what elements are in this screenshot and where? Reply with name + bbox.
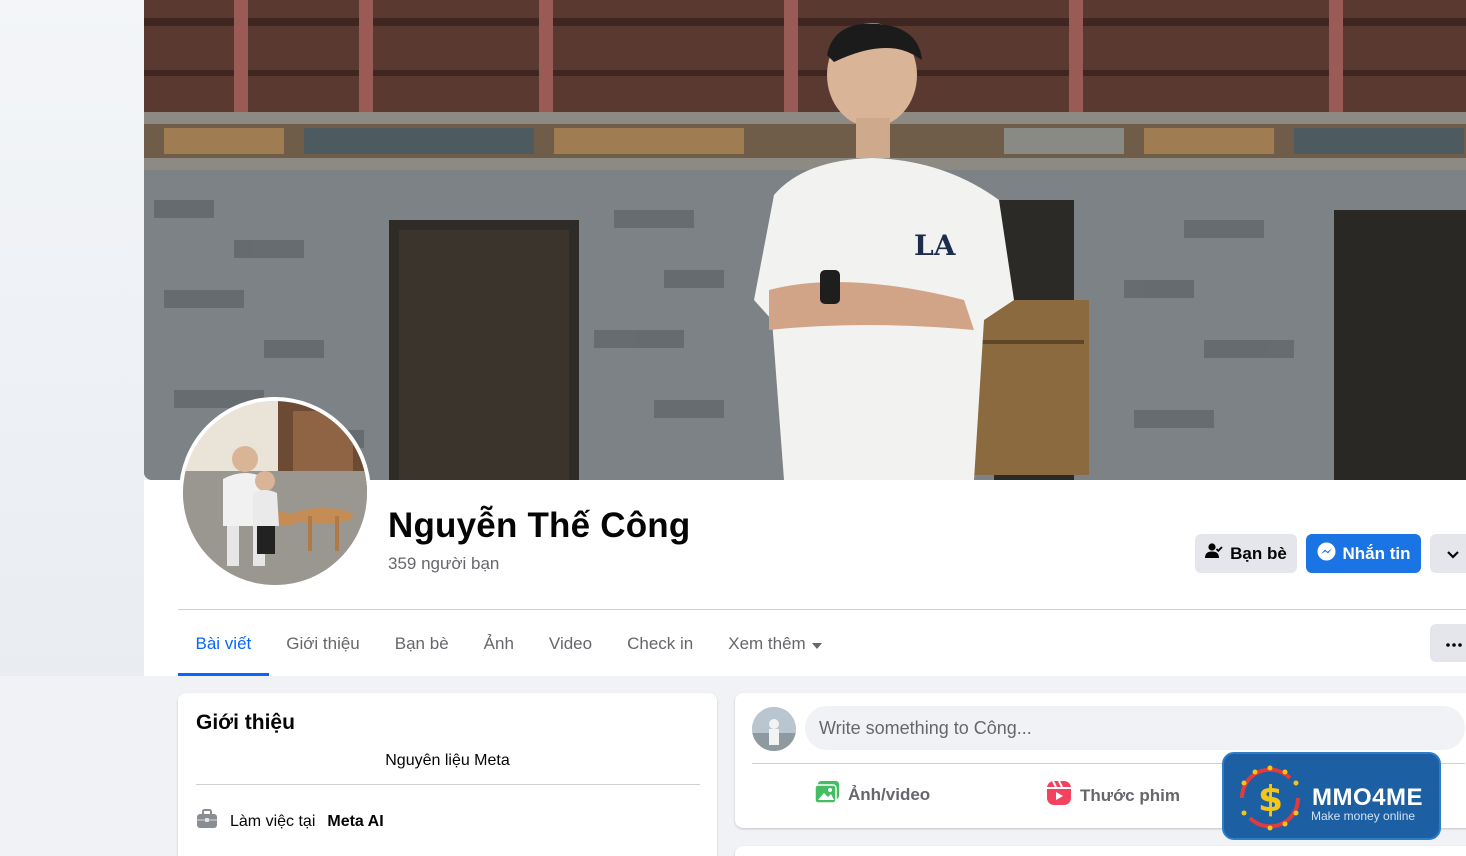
mmo4me-watermark: $ MMO4ME Make money online — [1222, 752, 1441, 840]
friend-check-icon — [1205, 543, 1223, 564]
message-button-label: Nhắn tin — [1342, 543, 1411, 563]
cover-photo[interactable]: LA — [144, 0, 1466, 480]
svg-text:LA: LA — [914, 229, 957, 262]
reel-label: Thước phim — [1080, 785, 1180, 805]
intro-work-item: Làm việc tại Meta AI — [196, 809, 384, 834]
tab-checkins[interactable]: Check in — [610, 612, 711, 676]
intro-title: Giới thiệu — [196, 711, 295, 734]
tab-posts[interactable]: Bài viết — [178, 612, 269, 676]
tab-see-more[interactable]: Xem thêm — [711, 612, 839, 676]
tab-videos[interactable]: Video — [531, 612, 609, 676]
reel-button[interactable]: Thước phim — [1046, 780, 1180, 811]
photo-video-button[interactable]: Ảnh/video — [814, 780, 930, 809]
dollar-logo-icon: $ — [1239, 765, 1301, 831]
reel-icon — [1046, 780, 1072, 811]
tabs-more-button[interactable] — [1430, 624, 1466, 662]
friends-count[interactable]: 359 người bạn — [388, 554, 499, 574]
profile-avatar[interactable] — [179, 397, 371, 589]
header-divider — [178, 609, 1466, 610]
photo-icon — [814, 780, 840, 809]
profile-name: Nguyễn Thế Công — [388, 506, 691, 545]
svg-text:$: $ — [1258, 779, 1283, 820]
cover-photo-image: LA — [144, 0, 1466, 480]
work-place-link[interactable]: Meta AI — [327, 813, 383, 831]
avatar-image — [183, 401, 367, 585]
watermark-title: MMO4ME — [1312, 784, 1423, 811]
photo-video-label: Ảnh/video — [848, 784, 931, 804]
intro-bio: Nguyên liệu Meta — [385, 752, 510, 769]
friends-button[interactable]: Bạn bè — [1195, 534, 1297, 573]
tab-friends[interactable]: Bạn bè — [377, 612, 466, 676]
briefcase-icon — [196, 809, 218, 834]
intro-card: Giới thiệu Nguyên liệu Meta Làm việc tại… — [178, 693, 717, 856]
composer-input[interactable]: Write something to Công... — [805, 706, 1465, 750]
friends-button-label: Bạn bè — [1230, 543, 1287, 563]
message-button[interactable]: Nhắn tin — [1306, 534, 1421, 573]
composer-avatar[interactable] — [752, 707, 796, 751]
watermark-subtitle: Make money online — [1311, 809, 1416, 823]
tab-about[interactable]: Giới thiệu — [269, 612, 378, 676]
profile-more-button[interactable] — [1430, 534, 1466, 573]
intro-divider — [196, 784, 700, 785]
tab-photos[interactable]: Ảnh — [466, 612, 531, 676]
chevron-down-icon — [1446, 544, 1460, 564]
caret-down-icon — [811, 634, 822, 654]
ellipsis-icon — [1446, 634, 1462, 652]
work-prefix: Làm việc tại — [230, 812, 316, 830]
left-gutter — [0, 0, 144, 676]
next-post-card — [735, 846, 1466, 856]
profile-tabs: Bài viết Giới thiệu Bạn bè Ảnh Video Che… — [178, 612, 839, 676]
messenger-icon — [1317, 542, 1336, 566]
